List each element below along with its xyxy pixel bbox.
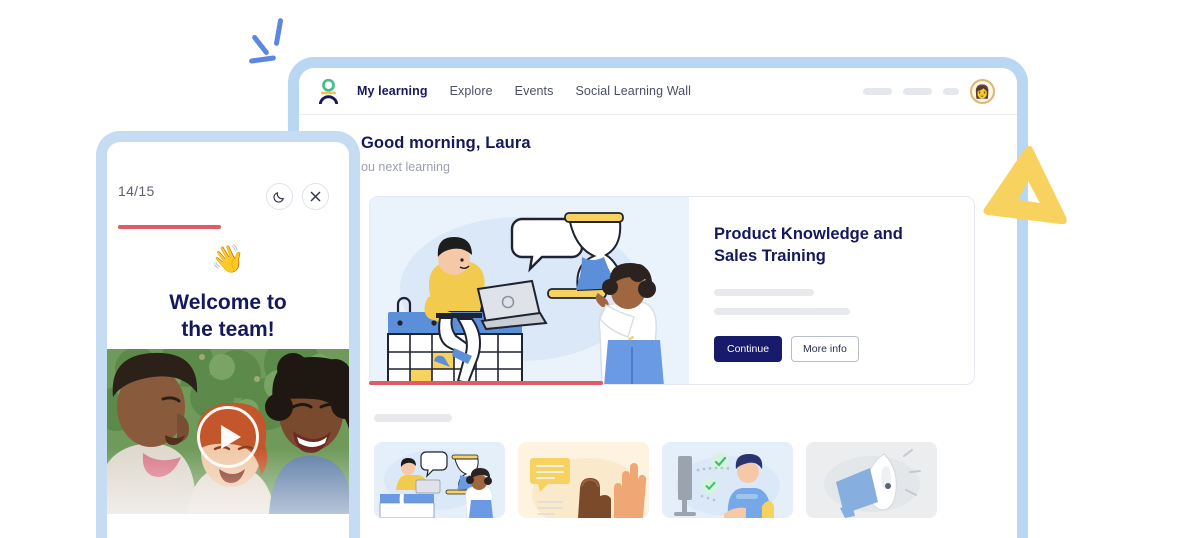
continue-button[interactable]: Continue: [714, 335, 783, 362]
moon-icon[interactable]: [266, 183, 293, 210]
phone-header-actions: [266, 183, 329, 210]
phone-device-frame: 14/15 👋 Welcome to the team!: [96, 131, 360, 538]
featured-course-body: Product Knowledge and Sales Training Con…: [689, 197, 974, 384]
course-actions: Continue More info: [714, 335, 954, 362]
user-avatar-icon[interactable]: 👩: [970, 78, 995, 104]
tablet-device-frame: My learning Explore Events Social Learni…: [288, 57, 1028, 538]
greeting-block: Good morning, Laura ou next learning: [299, 115, 1017, 174]
featured-course-card[interactable]: Product Knowledge and Sales Training Con…: [369, 196, 975, 385]
top-navigation-bar: My learning Explore Events Social Learni…: [299, 68, 1017, 115]
nav-placeholder-1: [863, 87, 892, 95]
illustration-canvas: My learning Explore Events Social Learni…: [0, 0, 1200, 538]
lesson-counter: 14/15: [118, 183, 155, 199]
person-logo-icon[interactable]: [318, 78, 339, 104]
course-desc-skeleton-2: [714, 307, 850, 315]
more-info-button[interactable]: More info: [791, 335, 859, 362]
welcome-headline-line-2: the team!: [181, 317, 275, 341]
thumb-monitor-checklist[interactable]: [662, 442, 793, 518]
nav-placeholder-3: [943, 87, 959, 95]
page-title: Good morning, Laura: [361, 134, 531, 152]
team-photo-video[interactable]: [107, 349, 349, 514]
course-progress-bar: [369, 381, 603, 385]
course-desc-skeleton-1: [714, 288, 814, 296]
nav-item-social-learning-wall[interactable]: Social Learning Wall: [575, 84, 690, 98]
tablet-screen: My learning Explore Events Social Learni…: [299, 68, 1017, 538]
play-icon[interactable]: [197, 406, 259, 468]
nav-right-cluster: 👩: [863, 78, 995, 104]
play-triangle: [220, 425, 241, 449]
thumb-megaphone[interactable]: [806, 442, 937, 518]
welcome-headline-line-1: Welcome to: [169, 291, 287, 314]
thumb-hands-chat[interactable]: [518, 442, 649, 518]
yellow-triangle-icon: [983, 146, 1067, 225]
welcome-headline: Welcome to the team!: [107, 290, 349, 344]
lesson-progress-bar: [118, 225, 221, 229]
phone-screen: 14/15 👋 Welcome to the team!: [107, 142, 349, 538]
close-icon[interactable]: [302, 183, 329, 210]
waving-hand-icon: 👋: [211, 244, 245, 274]
nav-item-my-learning[interactable]: My learning: [357, 84, 428, 98]
thumb-calendar-hourglass[interactable]: [374, 442, 505, 518]
spark-line-2: [251, 34, 270, 56]
calendar-hourglass-illustration: [370, 197, 689, 384]
page-subtitle: ou next learning: [361, 160, 450, 174]
course-title: Product Knowledge and Sales Training: [714, 225, 903, 266]
nav-links: My learning Explore Events Social Learni…: [357, 84, 691, 98]
spark-line-3: [248, 55, 277, 64]
spark-line-1: [273, 17, 284, 47]
nav-placeholder-2: [903, 87, 932, 95]
phone-header: 14/15: [107, 142, 349, 210]
nav-item-explore[interactable]: Explore: [450, 84, 493, 98]
section-title-skeleton: [374, 414, 452, 422]
nav-item-events[interactable]: Events: [515, 84, 554, 98]
course-thumbnail-row: [374, 442, 937, 518]
